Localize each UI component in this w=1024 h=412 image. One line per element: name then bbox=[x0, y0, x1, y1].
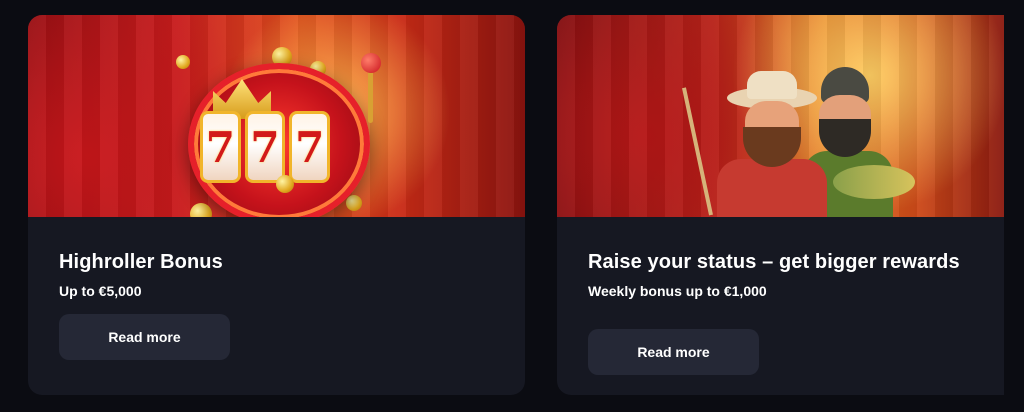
promo-banner-image bbox=[557, 15, 1004, 217]
promo-card-highroller[interactable]: 7 7 7 Highroller Bonus Up to €5,000 Read… bbox=[28, 15, 525, 395]
cowboy-hat-top-icon bbox=[747, 71, 797, 99]
read-more-button[interactable]: Read more bbox=[588, 329, 759, 375]
slot-reels: 7 7 7 bbox=[200, 111, 331, 183]
fish-icon bbox=[833, 165, 915, 199]
coin-icon bbox=[276, 175, 294, 193]
reel-symbol: 7 bbox=[244, 111, 286, 183]
lever-knob-icon bbox=[361, 53, 381, 73]
promo-card-status[interactable]: Raise your status – get bigger rewards W… bbox=[557, 15, 1004, 395]
coin-icon bbox=[176, 55, 190, 69]
promo-title: Highroller Bonus bbox=[59, 251, 223, 273]
promo-subtitle: Up to €5,000 bbox=[59, 283, 142, 299]
fisherman-icon bbox=[717, 159, 827, 217]
reel-symbol: 7 bbox=[289, 111, 331, 183]
promo-title: Raise your status – get bigger rewards bbox=[588, 251, 960, 273]
promo-banner-image: 7 7 7 bbox=[28, 15, 525, 217]
coin-icon bbox=[346, 195, 362, 211]
read-more-button[interactable]: Read more bbox=[59, 314, 230, 360]
promo-subtitle: Weekly bonus up to €1,000 bbox=[588, 283, 767, 299]
reel-symbol: 7 bbox=[200, 111, 241, 183]
